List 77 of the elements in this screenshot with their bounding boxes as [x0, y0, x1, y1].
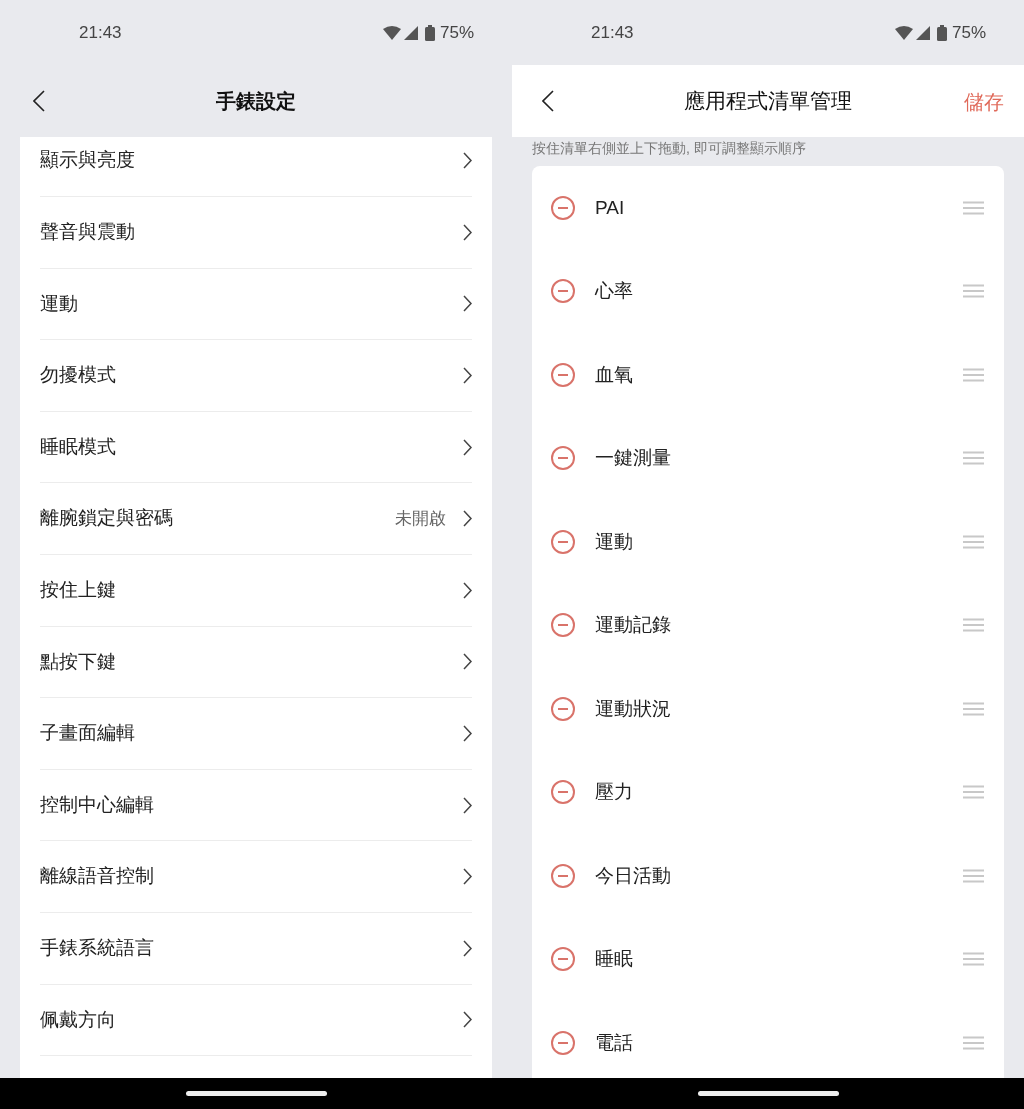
drag-handle-icon[interactable] — [963, 367, 984, 382]
home-indicator[interactable] — [185, 1091, 327, 1096]
settings-item[interactable]: 勿擾模式 — [40, 340, 472, 412]
chevron-right-icon — [463, 724, 472, 742]
remove-icon[interactable] — [551, 446, 575, 471]
chevron-right-icon — [463, 152, 472, 169]
setting-value: 未開啟 — [395, 507, 446, 530]
signal-icon — [403, 25, 418, 40]
battery-icon — [424, 24, 435, 41]
settings-item[interactable]: 睡眠模式 — [40, 411, 472, 484]
remove-icon[interactable] — [551, 195, 575, 220]
drag-handle-icon[interactable] — [963, 451, 984, 466]
page-title: 手錶設定 — [216, 89, 296, 114]
app-name: 壓力 — [595, 780, 634, 804]
chevron-right-icon — [463, 796, 472, 814]
remove-icon[interactable] — [551, 947, 575, 972]
drag-handle-icon[interactable] — [963, 785, 984, 800]
drag-handle-icon[interactable] — [963, 534, 984, 549]
chevron-right-icon — [463, 653, 472, 671]
drag-handle-icon[interactable] — [963, 1035, 984, 1050]
chevron-right-icon — [463, 367, 472, 384]
app-name: 今日活動 — [595, 863, 672, 888]
status-time: 21:43 — [591, 21, 634, 44]
app-name: 電話 — [595, 1030, 634, 1055]
drag-handle-icon[interactable] — [963, 868, 984, 883]
chevron-right-icon — [463, 868, 472, 886]
settings-item[interactable]: 離線語音控制 — [40, 841, 472, 913]
home-indicator[interactable] — [697, 1091, 839, 1096]
remove-icon[interactable] — [551, 696, 575, 721]
drag-handle-icon[interactable] — [963, 200, 984, 215]
settings-item[interactable]: 點按下鍵 — [40, 626, 472, 699]
app-name: 運動記錄 — [595, 613, 672, 637]
chevron-right-icon — [463, 295, 472, 313]
chevron-right-icon — [463, 510, 472, 528]
chevron-right-icon — [463, 438, 472, 456]
hint-text: 按住清單右側並上下拖動, 即可調整顯示順序 — [531, 139, 807, 158]
back-icon[interactable] — [542, 90, 554, 112]
page-title: 應用程式清單管理 — [684, 88, 852, 115]
settings-item[interactable]: 控制中心編輯 — [40, 769, 472, 842]
drag-handle-icon[interactable] — [963, 618, 984, 633]
drag-handle-icon[interactable] — [963, 284, 984, 299]
battery-icon — [936, 24, 947, 41]
chevron-right-icon — [463, 223, 472, 241]
remove-icon[interactable] — [551, 279, 575, 304]
settings-item[interactable]: 按住上鍵 — [40, 554, 472, 627]
settings-item[interactable]: 佩戴方向 — [40, 984, 472, 1057]
chevron-right-icon — [463, 581, 472, 599]
settings-item[interactable]: 手錶系統語言 — [40, 912, 472, 985]
app-name: 一鍵測量 — [595, 446, 672, 470]
remove-icon[interactable] — [551, 613, 575, 638]
battery-level: 75% — [439, 21, 474, 44]
remove-icon[interactable] — [551, 529, 575, 554]
signal-icon — [915, 25, 930, 40]
settings-item[interactable]: 離腕鎖定與密碼 未開啟 — [40, 483, 472, 555]
chevron-right-icon — [463, 939, 472, 957]
battery-level: 75% — [951, 21, 986, 44]
app-name: 運動 — [595, 529, 634, 554]
settings-item[interactable]: 聲音與震動 — [40, 197, 472, 269]
app-name: 運動狀況 — [595, 696, 672, 721]
app-name: PAI — [595, 195, 626, 220]
app-name: 心率 — [595, 279, 634, 303]
wifi-icon — [894, 25, 913, 40]
app-name: 睡眠 — [595, 947, 634, 971]
remove-icon[interactable] — [551, 362, 575, 387]
status-time: 21:43 — [79, 21, 122, 44]
remove-icon[interactable] — [551, 1030, 575, 1055]
drag-handle-icon[interactable] — [963, 701, 984, 716]
wifi-icon — [382, 25, 401, 40]
back-icon[interactable] — [33, 90, 45, 112]
remove-icon[interactable] — [551, 863, 575, 888]
settings-item[interactable]: 子畫面編輯 — [40, 698, 472, 770]
remove-icon[interactable] — [551, 780, 575, 805]
settings-item[interactable]: 運動 — [40, 268, 472, 341]
app-name: 血氧 — [595, 362, 634, 387]
chevron-right-icon — [463, 1011, 472, 1029]
settings-item[interactable]: 顯示與亮度 — [40, 137, 472, 197]
drag-handle-icon[interactable] — [963, 952, 984, 967]
